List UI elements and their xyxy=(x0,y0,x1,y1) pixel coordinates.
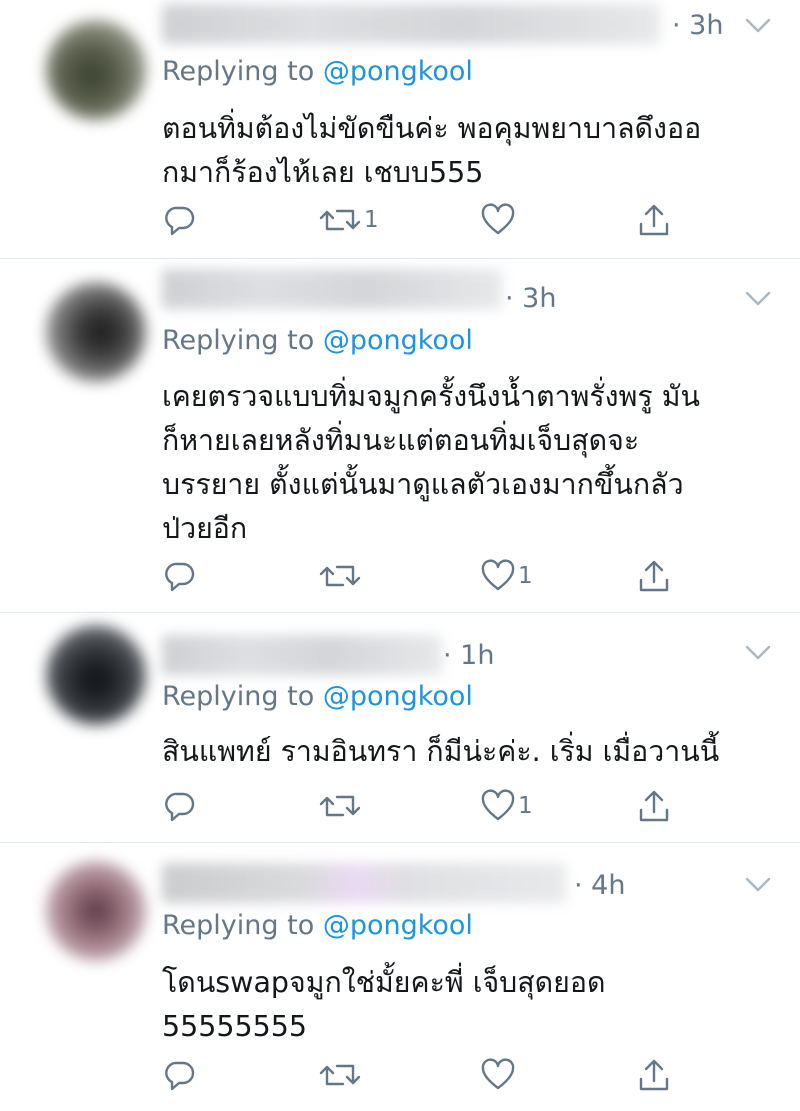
tweet-text-line: 55555555 xyxy=(162,1010,308,1043)
like-button[interactable] xyxy=(480,200,518,240)
reply-button[interactable] xyxy=(162,786,200,826)
avatar[interactable] xyxy=(46,20,146,120)
replying-to-label: Replying to xyxy=(162,910,323,941)
tweet-actions: 1 xyxy=(160,556,720,596)
replying-to: Replying to @pongkool xyxy=(162,681,473,712)
retweet-icon xyxy=(319,209,361,231)
tweet-actions xyxy=(160,1055,720,1095)
mention-link[interactable]: @pongkool xyxy=(323,56,473,87)
reply-button[interactable] xyxy=(162,1055,200,1095)
like-count: 1 xyxy=(518,563,533,589)
tweet-text-line: โดนswapจมูกใช่มั้ยคะพี่ เจ็บสุดยอด xyxy=(162,966,606,999)
tweet-text: โดนswapจมูกใช่มั้ยคะพี่ เจ็บสุดยอด 55555… xyxy=(162,961,762,1049)
replying-to-label: Replying to xyxy=(162,681,323,712)
mention-link[interactable]: @pongkool xyxy=(323,681,473,712)
tweet-actions: 1 xyxy=(160,786,720,826)
tweet-text-line: กมาก็ร้องไห้เลย เชบบ555 xyxy=(162,156,484,189)
heart-icon xyxy=(481,559,515,591)
tweet[interactable]: · 3h Replying to @pongkool เคยตรวจแบบทิ่… xyxy=(0,259,800,612)
blurred-username[interactable] xyxy=(162,635,442,675)
blurred-username[interactable] xyxy=(162,4,660,44)
like-button[interactable]: 1 xyxy=(480,556,533,596)
reply-icon xyxy=(165,562,195,592)
chevron-down-icon[interactable] xyxy=(744,643,772,663)
tweet[interactable]: · 3h Replying to @pongkool ตอนทิ่มต้องไม… xyxy=(0,0,800,258)
like-count: 1 xyxy=(518,793,533,819)
share-icon xyxy=(639,790,669,822)
reply-icon xyxy=(165,206,195,236)
reply-button[interactable] xyxy=(162,200,200,240)
heart-icon xyxy=(481,789,515,821)
retweet-icon xyxy=(319,565,361,587)
like-button[interactable] xyxy=(480,1055,518,1095)
replying-to-label: Replying to xyxy=(162,325,323,356)
replying-to: Replying to @pongkool xyxy=(162,910,473,941)
reply-icon xyxy=(165,792,195,822)
tweet[interactable]: · 4h Replying to @pongkool โดนswapจมูกใช… xyxy=(0,843,800,1111)
tweet-time[interactable]: · 1h xyxy=(443,640,494,671)
retweet-icon xyxy=(319,1064,361,1086)
avatar[interactable] xyxy=(46,625,146,725)
tweet-text: สินแพทย์ รามอินทรา ก็มีน่ะค่ะ. เริ่ม เมื… xyxy=(162,730,762,774)
share-button[interactable] xyxy=(636,786,674,826)
tweet-time[interactable]: · 4h xyxy=(574,870,625,901)
retweet-button[interactable] xyxy=(318,1055,364,1095)
retweet-button[interactable]: 1 xyxy=(318,200,379,240)
tweet-text-line: ตอนทิ่มต้องไม่ขัดขืนค่ะ พอคุมพยาบาลดึงออ xyxy=(162,112,702,145)
tweet-text-line: ป่วยอีก xyxy=(162,512,248,545)
share-button[interactable] xyxy=(636,1055,674,1095)
mention-link[interactable]: @pongkool xyxy=(323,910,473,941)
blurred-username[interactable] xyxy=(162,269,502,309)
reply-button[interactable] xyxy=(162,556,200,596)
share-icon xyxy=(639,204,669,236)
replying-to-label: Replying to xyxy=(162,56,323,87)
share-icon xyxy=(639,1059,669,1091)
retweet-count: 1 xyxy=(364,207,379,233)
tweet-text-line: ก็หายเลยหลังทิ่มนะแต่ตอนทิ่มเจ็บสุดจะ xyxy=(162,424,640,457)
retweet-icon xyxy=(319,795,361,817)
chevron-down-icon[interactable] xyxy=(744,289,772,309)
tweet-time[interactable]: · 3h xyxy=(505,283,556,314)
tweet[interactable]: · 1h Replying to @pongkool สินแพทย์ รามอ… xyxy=(0,613,800,842)
heart-icon xyxy=(481,1058,515,1090)
tweet-text-line: เคยตรวจแบบทิ่มจมูกครั้งนึงน้ำตาพรั่งพรู … xyxy=(162,380,701,413)
retweet-button[interactable] xyxy=(318,786,364,826)
blurred-username[interactable] xyxy=(162,863,566,903)
mention-link[interactable]: @pongkool xyxy=(323,325,473,356)
share-icon xyxy=(639,560,669,592)
replying-to: Replying to @pongkool xyxy=(162,325,473,356)
share-button[interactable] xyxy=(636,200,674,240)
avatar[interactable] xyxy=(46,282,146,382)
tweet-text: เคยตรวจแบบทิ่มจมูกครั้งนึงน้ำตาพรั่งพรู … xyxy=(162,375,762,551)
retweet-button[interactable] xyxy=(318,556,364,596)
avatar[interactable] xyxy=(46,861,146,961)
tweet-actions: 1 xyxy=(160,200,720,240)
share-button[interactable] xyxy=(636,556,674,596)
tweet-time[interactable]: · 3h xyxy=(672,10,723,41)
tweet-text: ตอนทิ่มต้องไม่ขัดขืนค่ะ พอคุมพยาบาลดึงออ… xyxy=(162,107,762,195)
like-button[interactable]: 1 xyxy=(480,786,533,826)
tweet-text-line: สินแพทย์ รามอินทรา ก็มีน่ะค่ะ. เริ่ม เมื… xyxy=(162,735,720,768)
reply-icon xyxy=(165,1061,195,1091)
heart-icon xyxy=(481,203,515,235)
chevron-down-icon[interactable] xyxy=(744,16,772,36)
tweet-text-line: บรรยาย ตั้งแต่นั้นมาดูแลตัวเองมากขึ้นกลั… xyxy=(162,468,684,501)
chevron-down-icon[interactable] xyxy=(744,875,772,895)
replying-to: Replying to @pongkool xyxy=(162,56,473,87)
